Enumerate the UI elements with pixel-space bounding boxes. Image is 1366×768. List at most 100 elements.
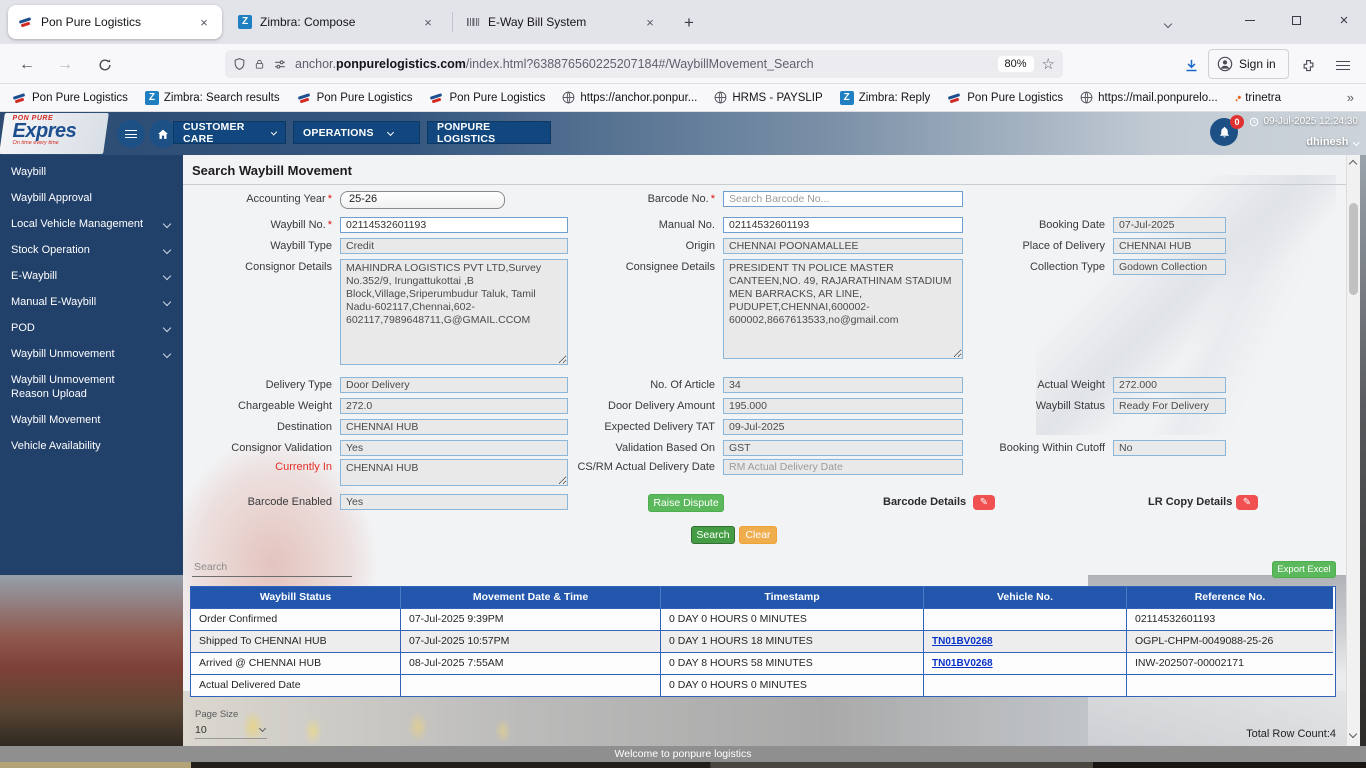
- notifications-button[interactable]: 0: [1210, 118, 1238, 146]
- table-filter-input[interactable]: [192, 557, 352, 577]
- sidebar-item-waybill-movement[interactable]: Waybill Movement: [0, 407, 183, 433]
- lock-icon[interactable]: [254, 58, 265, 71]
- back-icon[interactable]: ←: [14, 52, 40, 78]
- chevron-down-icon: [1353, 139, 1359, 145]
- bookmark-item[interactable]: ZZimbra: Reply: [840, 91, 931, 105]
- zoom-level-badge[interactable]: 80%: [998, 56, 1034, 72]
- address-bar[interactable]: anchor.ponpurelogistics.com/index.html?6…: [225, 50, 1063, 78]
- raise-dispute-button[interactable]: Raise Dispute: [648, 494, 724, 512]
- sidebar-item-waybill[interactable]: Waybill: [0, 159, 183, 185]
- tab-close-icon[interactable]: ×: [420, 15, 436, 30]
- scroll-up-icon[interactable]: [1349, 160, 1357, 168]
- new-tab-button[interactable]: +: [676, 10, 702, 36]
- bookmark-item[interactable]: Pon Pure Logistics: [429, 92, 545, 104]
- main-content: Search Waybill Movement Accounting Year*…: [183, 155, 1346, 746]
- search-button[interactable]: Search: [691, 526, 735, 544]
- menu-customer-care[interactable]: CUSTOMER CARE: [173, 121, 286, 144]
- vehicle-link[interactable]: TN01BV0268: [932, 658, 993, 669]
- downloads-icon[interactable]: [1178, 52, 1204, 78]
- sidebar-item-pod[interactable]: POD: [0, 315, 183, 341]
- sidebar-item-vehicle-availability[interactable]: Vehicle Availability: [0, 433, 183, 459]
- url-text[interactable]: anchor.ponpurelogistics.com/index.html?6…: [295, 57, 990, 71]
- bookmark-item[interactable]: ․•trinetra: [1235, 91, 1281, 104]
- field-accounting-year: Accounting Year* 25-26: [195, 191, 505, 209]
- ponpure-express-logo[interactable]: PON PURE Expres On time every time: [0, 113, 109, 154]
- place-of-delivery-input: [1113, 238, 1226, 254]
- menu-icon[interactable]: [1330, 52, 1356, 78]
- scrollbar-thumb[interactable]: [1349, 203, 1358, 295]
- column-header[interactable]: Reference No.: [1127, 587, 1333, 608]
- column-header[interactable]: Movement Date & Time: [401, 587, 661, 608]
- page-title: Search Waybill Movement: [192, 163, 352, 178]
- bookmarks-overflow-icon[interactable]: »: [1347, 90, 1354, 105]
- sidebar-item-waybill-unmovement-reason-upload[interactable]: Waybill Unmovement Reason Upload: [0, 367, 183, 407]
- column-header[interactable]: Vehicle No.: [924, 587, 1127, 608]
- lr-copy-details-edit-button[interactable]: ✎: [1236, 495, 1258, 510]
- bookmark-item[interactable]: Pon Pure Logistics: [947, 92, 1063, 104]
- barcode-details-edit-button[interactable]: ✎: [973, 495, 995, 510]
- origin-input: [723, 238, 963, 254]
- scroll-down-icon[interactable]: [1349, 730, 1357, 738]
- bookmark-item[interactable]: https://anchor.ponpur...: [562, 91, 697, 104]
- sidebar-item-e-waybill[interactable]: E-Waybill: [0, 263, 183, 289]
- manual-no-input[interactable]: [723, 217, 963, 233]
- tab-eway-bill[interactable]: E-Way Bill System ×: [456, 5, 668, 39]
- table-row: Actual Delivered Date 0 DAY 0 HOURS 0 MI…: [191, 674, 1335, 696]
- minimize-button[interactable]: [1228, 0, 1272, 40]
- field-barcode-no: Barcode No.*: [513, 191, 963, 207]
- tracking-shield-icon[interactable]: [233, 57, 246, 71]
- field-consignee-details: Consignee Details PRESIDENT TN POLICE MA…: [513, 259, 963, 359]
- app-menu-toggle-button[interactable]: [117, 120, 145, 148]
- bookmark-star-icon[interactable]: ☆: [1042, 55, 1055, 73]
- user-menu[interactable]: dhinesh: [1306, 136, 1358, 148]
- sidebar-item-manual-e-waybill[interactable]: Manual E-Waybill: [0, 289, 183, 315]
- barcode-no-input[interactable]: [723, 191, 963, 207]
- sidebar-item-local-vehicle-management[interactable]: Local Vehicle Management: [0, 211, 183, 237]
- column-header[interactable]: Waybill Status: [191, 587, 401, 608]
- column-header[interactable]: Timestamp: [661, 587, 924, 608]
- hamburger-icon: [125, 130, 137, 138]
- forward-icon[interactable]: →: [52, 52, 78, 78]
- page-size-select[interactable]: 10: [195, 722, 267, 739]
- notification-count-badge: 0: [1230, 115, 1244, 129]
- ponpure-favicon: [297, 92, 312, 104]
- sidebar-item-waybill-unmovement[interactable]: Waybill Unmovement: [0, 341, 183, 367]
- tab-zimbra-compose[interactable]: Z Zimbra: Compose ×: [228, 5, 446, 39]
- page-size-label: Page Size: [195, 709, 238, 720]
- no-of-article-input: [723, 377, 963, 393]
- field-actual-weight: Actual Weight: [973, 377, 1226, 393]
- table-row: Shipped To CHENNAI HUB 07-Jul-2025 10:57…: [191, 630, 1335, 652]
- tab-title: Pon Pure Logistics: [41, 15, 141, 29]
- list-all-tabs-icon[interactable]: [1146, 4, 1190, 44]
- globe-icon: [714, 91, 727, 104]
- vertical-scrollbar[interactable]: [1346, 155, 1360, 746]
- menu-ponpure-logistics[interactable]: PONPURE LOGISTICS: [427, 121, 551, 144]
- table-row: Order Confirmed 07-Jul-2025 9:39PM 0 DAY…: [191, 608, 1335, 630]
- window-close-button[interactable]: ×: [1322, 0, 1366, 40]
- sidebar-item-waybill-approval[interactable]: Waybill Approval: [0, 185, 183, 211]
- door-delivery-amount-input: [723, 398, 963, 414]
- tab-close-icon[interactable]: ×: [642, 15, 658, 30]
- waybill-status-input: [1113, 398, 1226, 414]
- bookmark-item[interactable]: Pon Pure Logistics: [12, 92, 128, 104]
- accounting-year-select[interactable]: 25-26: [340, 191, 505, 209]
- permissions-icon[interactable]: [273, 58, 287, 71]
- bookmark-item[interactable]: ZZimbra: Search results: [145, 91, 280, 105]
- reload-icon[interactable]: [92, 52, 118, 78]
- bookmark-item[interactable]: Pon Pure Logistics: [297, 92, 413, 104]
- vehicle-link[interactable]: TN01BV0268: [932, 636, 993, 647]
- bookmark-item[interactable]: https://mail.ponpurelo...: [1080, 91, 1218, 104]
- bookmark-item[interactable]: HRMS - PAYSLIP: [714, 91, 822, 104]
- clear-button[interactable]: Clear: [739, 526, 777, 544]
- tab-close-icon[interactable]: ×: [196, 15, 212, 30]
- export-excel-button[interactable]: Export Excel: [1272, 561, 1336, 578]
- sidebar-item-stock-operation[interactable]: Stock Operation: [0, 237, 183, 263]
- tab-divider: [452, 12, 453, 32]
- consignee-details-textarea: PRESIDENT TN POLICE MASTER CANTEEN,NO. 4…: [723, 259, 963, 359]
- collection-type-input: [1113, 259, 1226, 275]
- maximize-button[interactable]: [1274, 0, 1318, 40]
- menu-operations[interactable]: OPERATIONS: [293, 121, 420, 144]
- tab-ponpure-logistics[interactable]: Pon Pure Logistics ×: [8, 5, 222, 39]
- sign-in-button[interactable]: Sign in: [1208, 49, 1289, 79]
- extension-icon[interactable]: [1295, 52, 1321, 78]
